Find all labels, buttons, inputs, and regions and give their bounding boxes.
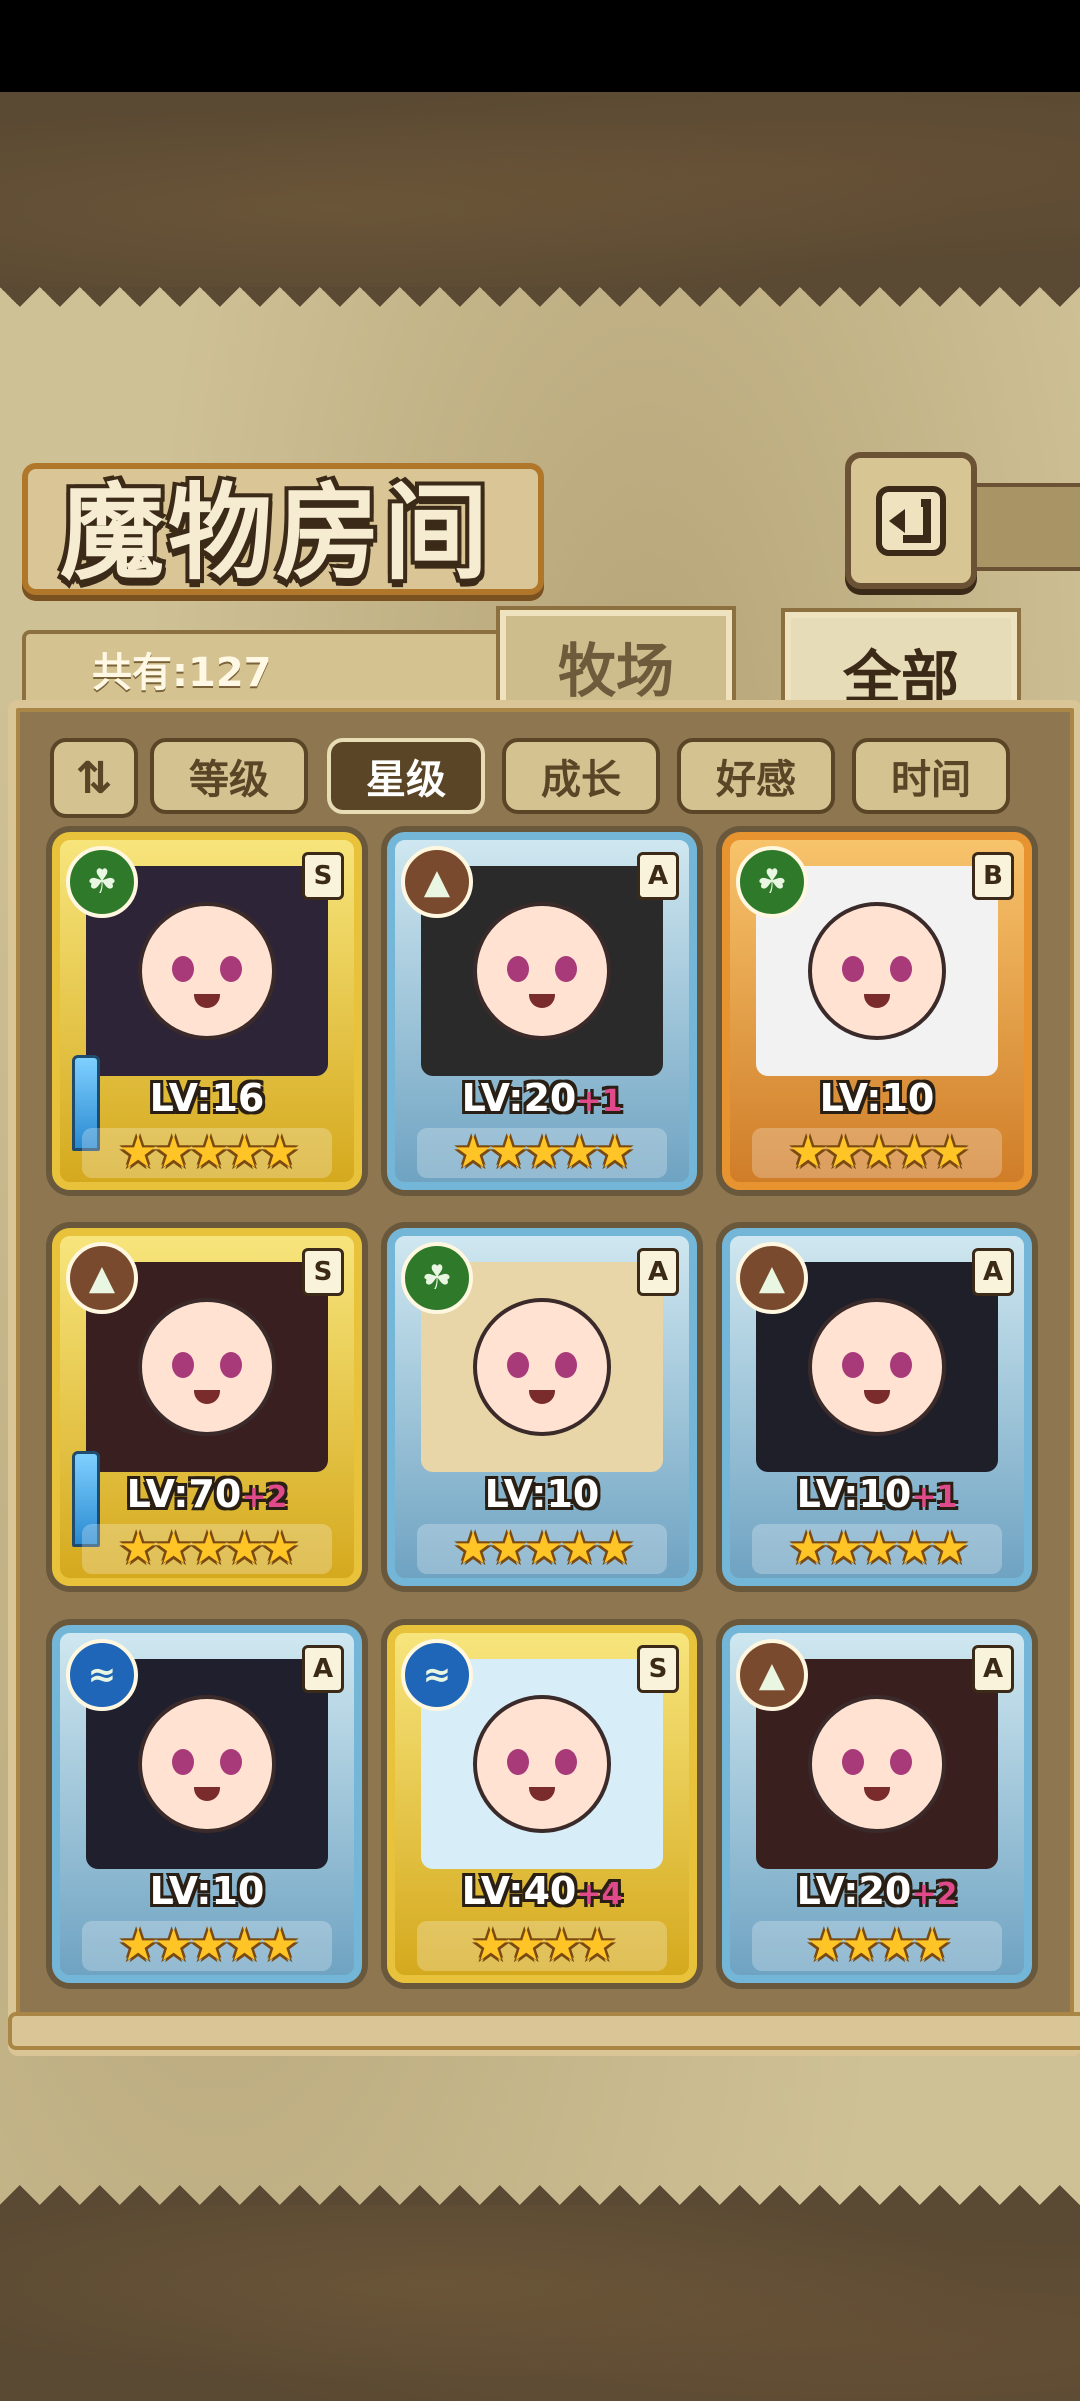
monster-card[interactable]: ▲ S LV:70+2 ★★★★★ (52, 1228, 362, 1586)
star-rating: ★★★★★ (752, 1128, 1002, 1178)
rank-badge: S (637, 1645, 679, 1693)
level-bonus: +1 (576, 1084, 623, 1119)
list-frame-bottom (8, 2012, 1080, 2050)
rank-badge: S (302, 1248, 344, 1296)
rank-badge: A (972, 1248, 1014, 1296)
status-bar (0, 0, 1080, 92)
rank-badge: A (637, 1248, 679, 1296)
rank-badge: A (972, 1645, 1014, 1693)
return-arrow-icon (876, 485, 946, 556)
monster-card[interactable]: ▲ A LV:10+1 ★★★★★ (722, 1228, 1032, 1586)
mountain-icon: ▲ (66, 1242, 138, 1314)
monster-face (138, 1298, 276, 1436)
back-button[interactable] (845, 452, 977, 589)
level-bonus: +4 (576, 1877, 623, 1912)
monster-card[interactable]: ≈ A LV:10 ★★★★★ (52, 1625, 362, 1983)
monster-face (473, 1298, 611, 1436)
level-bonus: +2 (241, 1480, 288, 1515)
level-label: LV:10+1 (796, 1472, 958, 1516)
level-label: LV:10 (484, 1472, 600, 1516)
zigzag-edge-bottom (0, 2165, 1080, 2205)
monster-card[interactable]: ≈ S LV:40+4 ★★★★ (387, 1625, 697, 1983)
monster-face (138, 902, 276, 1040)
star-rating: ★★★★★ (82, 1524, 332, 1574)
monster-face (473, 902, 611, 1040)
monster-face (808, 1298, 946, 1436)
sort-stars-button[interactable]: 星级 (327, 738, 485, 814)
sort-affection-button[interactable]: 好感 (677, 738, 835, 814)
sort-time-button[interactable]: 时间 (852, 738, 1010, 814)
level-label: LV:16 (149, 1076, 265, 1120)
sort-growth-button[interactable]: 成长 (502, 738, 660, 814)
leaf-icon: ☘ (401, 1242, 473, 1314)
map-background-bottom (0, 2205, 1080, 2401)
waves-icon: ≈ (66, 1639, 138, 1711)
rank-badge: B (972, 852, 1014, 900)
level-bonus: +2 (911, 1877, 958, 1912)
sort-direction-icon: ⇅ (75, 752, 113, 804)
sort-direction-toggle[interactable]: ⇅ (50, 738, 138, 818)
monster-card[interactable]: ▲ A LV:20+1 ★★★★★ (387, 832, 697, 1190)
star-rating: ★★★★★ (417, 1128, 667, 1178)
monster-face (473, 1695, 611, 1833)
monster-card[interactable]: ▲ A LV:20+2 ★★★★ (722, 1625, 1032, 1983)
monster-face (808, 1695, 946, 1833)
star-rating: ★★★★★ (82, 1921, 332, 1971)
level-label: LV:20+1 (461, 1076, 623, 1120)
level-label: LV:20+2 (796, 1869, 958, 1913)
monster-card[interactable]: ☘ S LV:16 ★★★★★ (52, 832, 362, 1190)
mountain-icon: ▲ (401, 846, 473, 918)
level-label: LV:70+2 (126, 1472, 288, 1516)
waves-icon: ≈ (401, 1639, 473, 1711)
star-rating: ★★★★ (752, 1921, 1002, 1971)
monster-card[interactable]: ☘ A LV:10 ★★★★★ (387, 1228, 697, 1586)
star-rating: ★★★★ (417, 1921, 667, 1971)
mountain-icon: ▲ (736, 1242, 808, 1314)
monster-face (138, 1695, 276, 1833)
page-title: 魔物房间 (60, 472, 493, 594)
star-rating: ★★★★★ (82, 1128, 332, 1178)
level-label: LV:10 (149, 1869, 265, 1913)
monster-face (808, 902, 946, 1040)
level-bonus: +1 (911, 1480, 958, 1515)
leaf-icon: ☘ (736, 846, 808, 918)
monster-card[interactable]: ☘ B LV:10 ★★★★★ (722, 832, 1032, 1190)
leaf-icon: ☘ (66, 846, 138, 918)
mountain-icon: ▲ (736, 1639, 808, 1711)
map-background-top (0, 92, 1080, 287)
rank-badge: A (302, 1645, 344, 1693)
sort-level-button[interactable]: 等级 (150, 738, 308, 814)
star-rating: ★★★★★ (417, 1524, 667, 1574)
level-label: LV:10 (819, 1076, 935, 1120)
zigzag-edge-top (0, 287, 1080, 327)
star-rating: ★★★★★ (752, 1524, 1002, 1574)
monster-count: 共有:127 (92, 650, 272, 696)
level-label: LV:40+4 (461, 1869, 623, 1913)
rank-badge: A (637, 852, 679, 900)
rank-badge: S (302, 852, 344, 900)
back-button-strip (965, 483, 1080, 571)
